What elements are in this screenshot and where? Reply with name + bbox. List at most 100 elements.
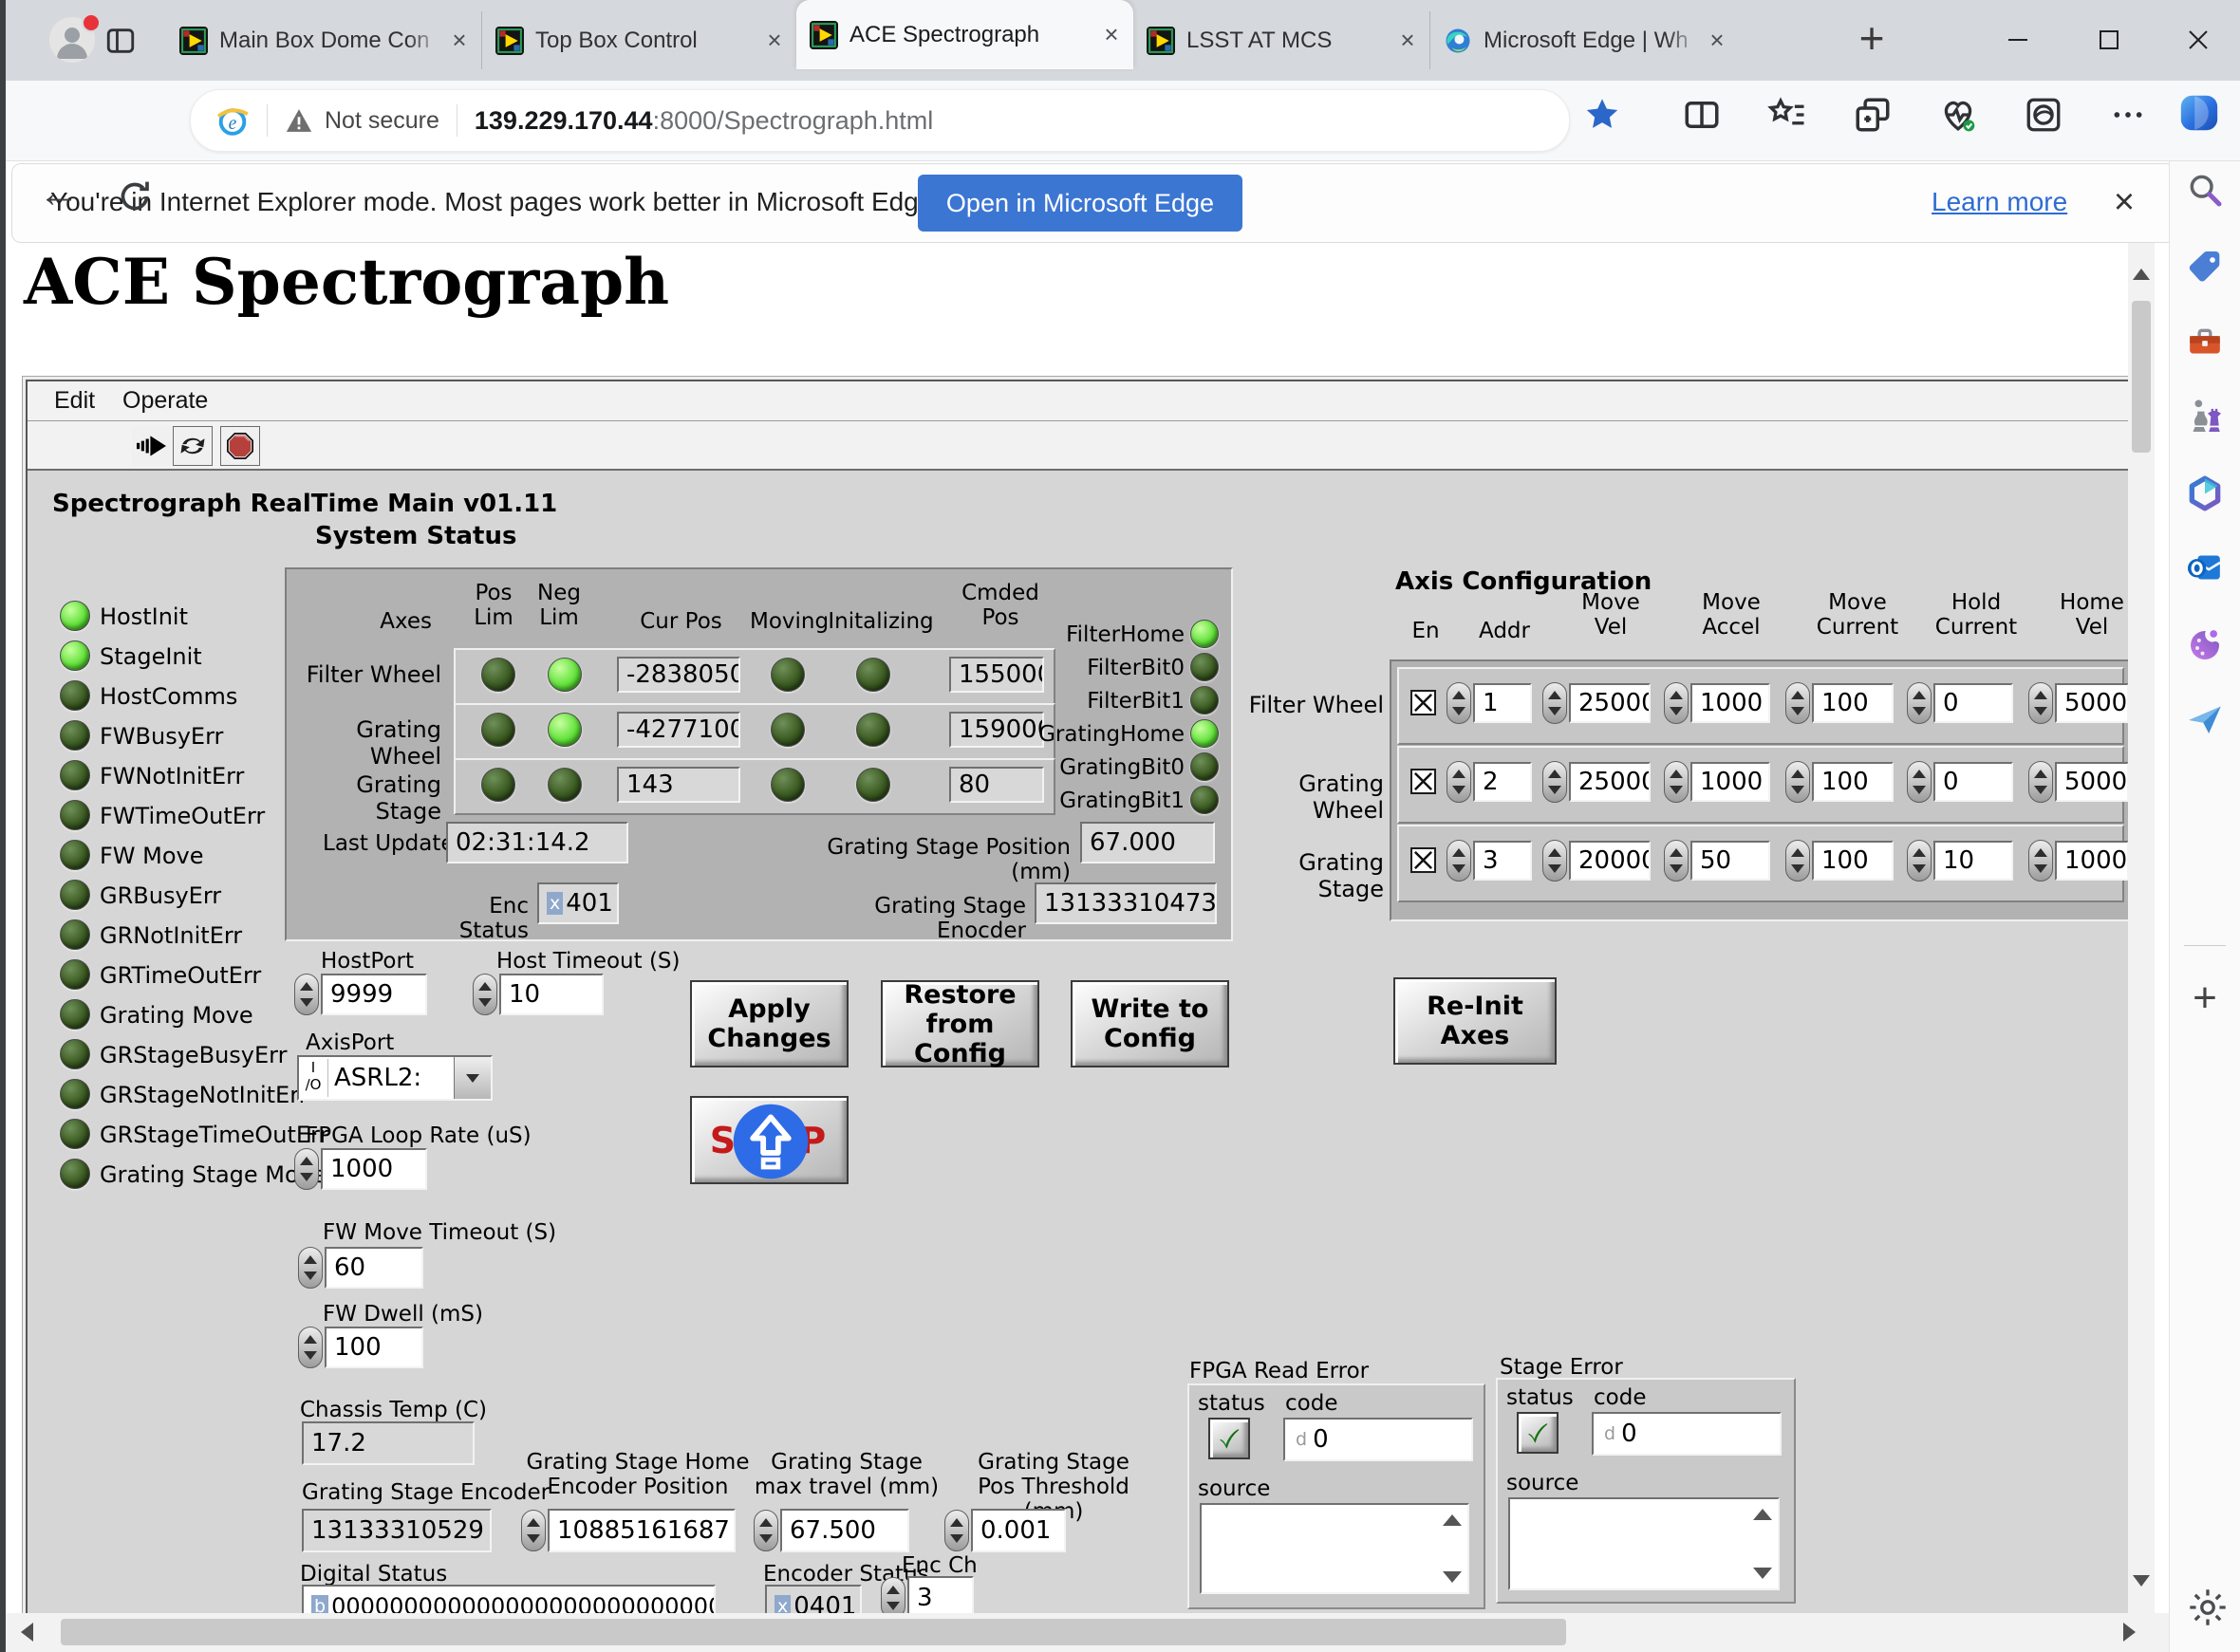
addr-spinner[interactable] <box>1447 840 1471 882</box>
tab-close-icon[interactable]: × <box>762 26 787 55</box>
url-host[interactable]: 139.229.170.44 <box>475 106 653 136</box>
host-timeout-spinner[interactable] <box>473 974 497 1015</box>
scroll-left-icon[interactable] <box>21 1623 33 1642</box>
increment-icon[interactable] <box>1913 770 1926 778</box>
gs-max-travel-spinner[interactable] <box>754 1510 778 1551</box>
security-label[interactable]: Not secure <box>325 107 439 135</box>
fpga-loop-rate-spinner[interactable] <box>294 1148 319 1190</box>
scroll-up-icon[interactable] <box>1753 1509 1772 1520</box>
hold_current-input[interactable]: 0 <box>1933 683 2013 723</box>
move_accel-spinner[interactable] <box>1664 761 1689 803</box>
scroll-up-icon[interactable] <box>2133 269 2150 280</box>
tab-microsoft-edge-wh[interactable]: Microsoft Edge | Wh× <box>1430 11 1739 69</box>
tab-close-icon[interactable]: × <box>1395 26 1420 55</box>
tab-top-box-control[interactable]: Top Box Control× <box>482 11 796 69</box>
hold_current-spinner[interactable] <box>1907 840 1932 882</box>
split-screen-icon[interactable] <box>1682 95 1722 135</box>
move_accel-input[interactable]: 50 <box>1690 841 1770 881</box>
tab-close-icon[interactable]: × <box>1099 20 1124 49</box>
gs-home-encoder-input[interactable]: 10885161687 <box>548 1509 736 1552</box>
abort-button[interactable] <box>220 426 260 466</box>
decrement-icon[interactable] <box>1548 707 1561 715</box>
apply-changes-button[interactable]: Apply Changes <box>690 980 849 1067</box>
new-tab-button[interactable]: + <box>1849 13 1895 63</box>
decrement-icon[interactable] <box>1452 786 1465 794</box>
increment-icon[interactable] <box>527 1518 540 1527</box>
scroll-up-icon[interactable] <box>1443 1514 1462 1526</box>
settings-gear-icon[interactable] <box>2187 1587 2229 1628</box>
move_vel-input[interactable]: 200000 <box>1569 841 1651 881</box>
increment-icon[interactable] <box>2034 848 2047 857</box>
axisport-combo[interactable]: I∕O ASRL2: <box>297 1055 493 1101</box>
decrement-icon[interactable] <box>1791 864 1804 873</box>
decrement-icon[interactable] <box>1548 786 1561 794</box>
move_vel-input[interactable]: 250000 <box>1569 683 1651 723</box>
horizontal-scroll-thumb[interactable] <box>61 1619 1566 1645</box>
scroll-right-icon[interactable] <box>2123 1623 2136 1642</box>
menu-operate[interactable]: Operate <box>122 387 208 415</box>
move_vel-spinner[interactable] <box>1542 682 1567 724</box>
tab-actions-button[interactable] <box>104 25 137 57</box>
move_accel-input[interactable]: 1000 <box>1690 762 1770 802</box>
addr-spinner[interactable] <box>1447 682 1471 724</box>
move_vel-input[interactable]: 250000 <box>1569 762 1651 802</box>
decrement-icon[interactable] <box>1913 707 1926 715</box>
increment-icon[interactable] <box>304 1255 317 1264</box>
home_vel-spinner[interactable] <box>2028 761 2053 803</box>
fw-dwell-input[interactable]: 100 <box>325 1327 423 1368</box>
enable-checkbox[interactable] <box>1410 690 1436 715</box>
increment-icon[interactable] <box>1670 691 1683 699</box>
decrement-icon[interactable] <box>2034 707 2047 715</box>
move_accel-spinner[interactable] <box>1664 840 1689 882</box>
increment-icon[interactable] <box>1452 848 1465 857</box>
hostport-spinner[interactable] <box>294 974 319 1015</box>
scroll-down-icon[interactable] <box>1753 1568 1772 1579</box>
move_current-spinner[interactable] <box>1785 682 1810 724</box>
m365-icon[interactable] <box>2186 474 2224 512</box>
decrement-icon[interactable] <box>1548 864 1561 873</box>
collections-icon[interactable] <box>1853 95 1893 135</box>
decrement-icon[interactable] <box>300 998 313 1007</box>
gs-pos-threshold-input[interactable]: 0.001 <box>971 1509 1066 1552</box>
write-to-config-button[interactable]: Write to Config <box>1071 980 1229 1067</box>
open-in-edge-button[interactable]: Open in Microsoft Edge <box>918 175 1242 232</box>
move_current-input[interactable]: 100 <box>1812 683 1894 723</box>
increment-icon[interactable] <box>1452 770 1465 778</box>
decrement-icon[interactable] <box>300 1173 313 1181</box>
increment-icon[interactable] <box>1548 691 1561 699</box>
tab-close-icon[interactable]: × <box>447 26 472 55</box>
increment-icon[interactable] <box>1548 770 1561 778</box>
addr-input[interactable]: 1 <box>1473 683 1532 723</box>
vertical-scrollbar[interactable] <box>2128 242 2155 1613</box>
increment-icon[interactable] <box>2034 770 2047 778</box>
home_vel-input[interactable]: 50000 <box>2055 762 2129 802</box>
increment-icon[interactable] <box>950 1518 963 1527</box>
decrement-icon[interactable] <box>887 1602 900 1610</box>
search-icon[interactable] <box>2186 171 2224 209</box>
move_current-input[interactable]: 100 <box>1812 841 1894 881</box>
home_vel-spinner[interactable] <box>2028 682 2053 724</box>
fw-dwell-spinner[interactable] <box>298 1327 323 1368</box>
increment-icon[interactable] <box>1791 691 1804 699</box>
increment-icon[interactable] <box>1791 848 1804 857</box>
increment-icon[interactable] <box>887 1586 900 1594</box>
scroll-to-top-overlay-icon[interactable] <box>732 1103 810 1180</box>
increment-icon[interactable] <box>1791 770 1804 778</box>
restore-from-config-button[interactable]: Restore from Config <box>881 980 1039 1067</box>
games-icon[interactable] <box>2186 399 2224 436</box>
home_vel-input[interactable]: 100000 <box>2055 841 2129 881</box>
increment-icon[interactable] <box>300 1157 313 1165</box>
maximize-button[interactable] <box>2079 17 2139 63</box>
back-button[interactable]: ← <box>34 170 84 219</box>
minimize-button[interactable] <box>1988 17 2048 63</box>
bookmark-star-icon[interactable] <box>1583 95 1621 135</box>
move_vel-spinner[interactable] <box>1542 840 1567 882</box>
outlook-icon[interactable] <box>2186 548 2224 586</box>
decrement-icon[interactable] <box>2034 786 2047 794</box>
decrement-icon[interactable] <box>1791 707 1804 715</box>
decrement-icon[interactable] <box>304 1351 317 1360</box>
increment-icon[interactable] <box>300 982 313 991</box>
scroll-down-icon[interactable] <box>2133 1575 2150 1587</box>
decrement-icon[interactable] <box>1913 786 1926 794</box>
stage-source-box[interactable] <box>1508 1497 1780 1590</box>
